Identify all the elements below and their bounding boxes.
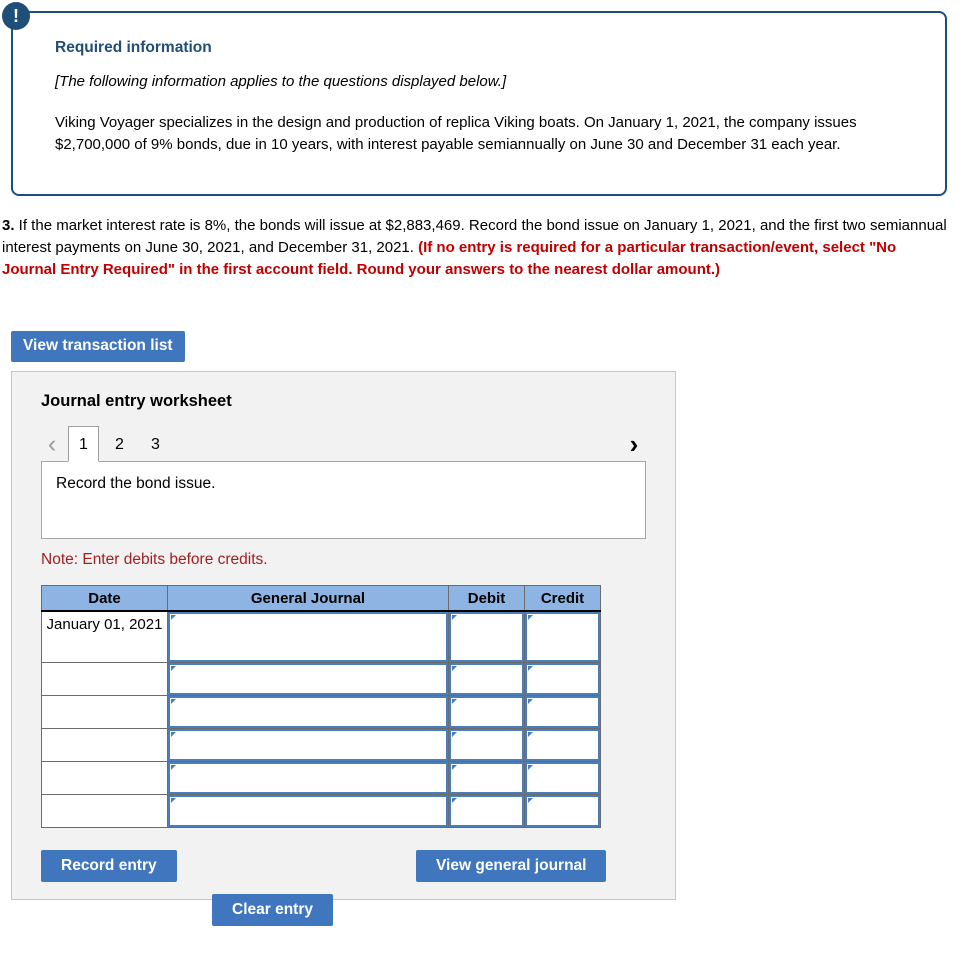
worksheet-tabs: ‹ 1 2 3 › xyxy=(12,426,675,462)
general-journal-input[interactable] xyxy=(168,612,448,662)
credit-input[interactable] xyxy=(525,696,600,728)
row-debit-cell[interactable] xyxy=(448,662,525,696)
general-journal-input[interactable] xyxy=(168,795,448,827)
row-debit-cell[interactable] xyxy=(448,761,525,795)
table-row xyxy=(41,761,601,795)
journal-entry-table: Date General Journal Debit Credit Januar… xyxy=(41,585,601,828)
question-number: 3. xyxy=(2,217,15,234)
general-journal-input[interactable] xyxy=(168,762,448,794)
debit-input[interactable] xyxy=(449,696,524,728)
worksheet-title: Journal entry worksheet xyxy=(41,392,232,410)
debit-input[interactable] xyxy=(449,795,524,827)
chevron-left-icon[interactable]: ‹ xyxy=(41,426,63,462)
record-entry-button[interactable]: Record entry xyxy=(41,850,177,882)
debit-input[interactable] xyxy=(449,729,524,761)
worksheet-description: Record the bond issue. xyxy=(41,461,646,539)
row-date xyxy=(41,728,168,762)
debits-before-credits-note: Note: Enter debits before credits. xyxy=(41,551,268,568)
table-row xyxy=(41,695,601,729)
table-header-row: Date General Journal Debit Credit xyxy=(41,585,601,612)
column-header-debit: Debit xyxy=(448,585,525,612)
row-date: January 01, 2021 xyxy=(41,610,168,663)
row-general-journal-cell[interactable] xyxy=(167,662,449,696)
worksheet-tab-1[interactable]: 1 xyxy=(68,426,99,462)
general-journal-input[interactable] xyxy=(168,729,448,761)
clear-entry-button[interactable]: Clear entry xyxy=(212,894,333,926)
chevron-right-icon[interactable]: › xyxy=(624,426,644,462)
callout-title: Required information xyxy=(55,39,212,56)
row-debit-cell[interactable] xyxy=(448,610,525,663)
row-credit-cell[interactable] xyxy=(524,695,601,729)
table-row xyxy=(41,662,601,696)
row-debit-cell[interactable] xyxy=(448,728,525,762)
row-general-journal-cell[interactable] xyxy=(167,761,449,795)
row-credit-cell[interactable] xyxy=(524,662,601,696)
row-date xyxy=(41,761,168,795)
worksheet-tab-2[interactable]: 2 xyxy=(104,426,135,462)
debit-input[interactable] xyxy=(449,762,524,794)
column-header-date: Date xyxy=(41,585,168,612)
row-credit-cell[interactable] xyxy=(524,761,601,795)
question-text: 3. If the market interest rate is 8%, th… xyxy=(2,215,954,281)
debit-input[interactable] xyxy=(449,663,524,695)
credit-input[interactable] xyxy=(525,612,600,662)
row-general-journal-cell[interactable] xyxy=(167,610,449,663)
table-row xyxy=(41,794,601,828)
row-credit-cell[interactable] xyxy=(524,610,601,663)
column-header-credit: Credit xyxy=(524,585,601,612)
row-date xyxy=(41,794,168,828)
row-date xyxy=(41,695,168,729)
credit-input[interactable] xyxy=(525,729,600,761)
required-information-callout: ! Required information [The following in… xyxy=(2,2,947,196)
column-header-general-journal: General Journal xyxy=(167,585,449,612)
credit-input[interactable] xyxy=(525,762,600,794)
worksheet-actions: Record entry View general journal Clear … xyxy=(12,850,675,926)
view-transaction-list-button[interactable]: View transaction list xyxy=(11,331,185,362)
row-date xyxy=(41,662,168,696)
row-credit-cell[interactable] xyxy=(524,794,601,828)
credit-input[interactable] xyxy=(525,795,600,827)
row-debit-cell[interactable] xyxy=(448,794,525,828)
credit-input[interactable] xyxy=(525,663,600,695)
row-credit-cell[interactable] xyxy=(524,728,601,762)
callout-body: Viking Voyager specializes in the design… xyxy=(55,114,857,153)
row-general-journal-cell[interactable] xyxy=(167,695,449,729)
debit-input[interactable] xyxy=(449,612,524,662)
callout-italic-note: [The following information applies to th… xyxy=(55,73,507,90)
exclamation-icon: ! xyxy=(2,2,30,30)
table-row xyxy=(41,728,601,762)
row-debit-cell[interactable] xyxy=(448,695,525,729)
general-journal-input[interactable] xyxy=(168,696,448,728)
journal-entry-worksheet-panel: Journal entry worksheet ‹ 1 2 3 › Record… xyxy=(11,371,676,926)
worksheet-tab-3[interactable]: 3 xyxy=(140,426,171,462)
table-row: January 01, 2021 xyxy=(41,610,601,663)
row-general-journal-cell[interactable] xyxy=(167,728,449,762)
general-journal-input[interactable] xyxy=(168,663,448,695)
view-general-journal-button[interactable]: View general journal xyxy=(416,850,607,882)
row-general-journal-cell[interactable] xyxy=(167,794,449,828)
